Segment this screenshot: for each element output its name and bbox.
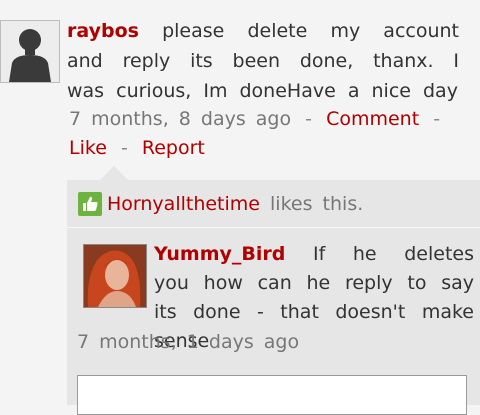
comment-meta: 7 months, 8 days ago - Comment - Like - … <box>69 105 469 163</box>
reply-panel: Hornyallthetime likes this. Yummy_Bird I… <box>67 180 480 415</box>
thumbs-up-icon <box>78 192 102 216</box>
comment-username-link[interactable]: raybos <box>67 20 139 42</box>
reply-panel-pointer <box>99 166 129 181</box>
separator: - <box>120 137 128 159</box>
comment-avatar[interactable] <box>0 20 60 83</box>
reply-avatar[interactable] <box>83 244 147 308</box>
separator: - <box>305 108 313 130</box>
comment-body: raybos please delete my account and repl… <box>67 16 459 106</box>
likes-text: Hornyallthetime likes this. <box>107 190 363 218</box>
separator: - <box>433 108 441 130</box>
reply-input[interactable] <box>77 375 467 415</box>
likes-label: likes this. <box>270 193 364 215</box>
report-button[interactable]: Report <box>142 137 205 159</box>
comment-timestamp: 7 months, 8 days ago <box>69 108 292 130</box>
comment-button[interactable]: Comment <box>326 108 419 130</box>
like-button[interactable]: Like <box>69 137 107 159</box>
likes-row: Hornyallthetime likes this. <box>67 180 480 228</box>
reply-username-link[interactable]: Yummy_Bird <box>154 243 285 265</box>
liker-username-link[interactable]: Hornyallthetime <box>107 193 260 215</box>
reply-timestamp: 7 months, 1 days ago <box>77 331 300 353</box>
